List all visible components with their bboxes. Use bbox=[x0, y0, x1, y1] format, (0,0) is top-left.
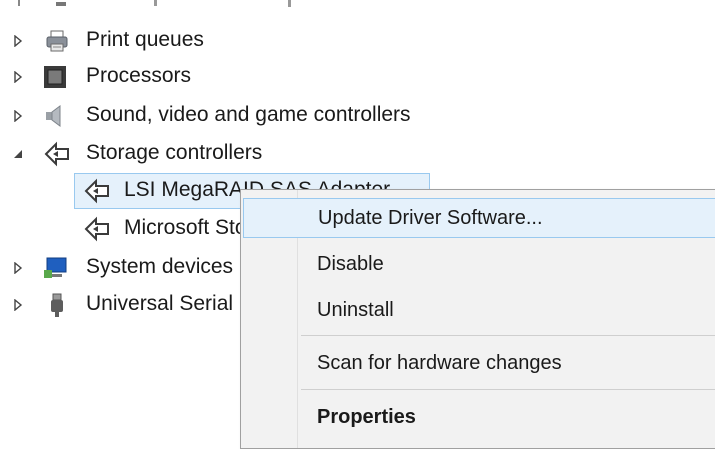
menu-item-label: Disable bbox=[317, 252, 384, 275]
context-menu: Update Driver Software... Disable Uninst… bbox=[240, 189, 715, 449]
menu-item-label: Uninstall bbox=[317, 298, 394, 321]
speaker-icon bbox=[42, 103, 68, 129]
tree-item-processors[interactable]: Processors bbox=[0, 59, 715, 95]
menu-item-properties[interactable]: Properties bbox=[243, 397, 715, 437]
menu-item-uninstall[interactable]: Uninstall bbox=[243, 290, 715, 330]
storage-controller-icon bbox=[84, 178, 110, 204]
tree-item-sound-video-game[interactable]: Sound, video and game controllers bbox=[0, 98, 715, 134]
menu-item-label: Update Driver Software... bbox=[318, 206, 543, 229]
tree-item-label: Processors bbox=[86, 64, 192, 87]
printer-icon bbox=[44, 28, 70, 54]
menu-item-update-driver[interactable]: Update Driver Software... bbox=[243, 198, 715, 238]
expand-arrow-icon[interactable] bbox=[11, 298, 25, 312]
expand-arrow-icon[interactable] bbox=[11, 70, 25, 84]
menu-item-scan-hardware[interactable]: Scan for hardware changes bbox=[243, 343, 715, 383]
tree-item-label: Print queues bbox=[86, 28, 204, 51]
menu-item-label: Properties bbox=[317, 405, 416, 428]
collapse-arrow-icon[interactable] bbox=[11, 147, 25, 161]
system-device-icon bbox=[42, 255, 68, 281]
tree-item-label: Sound, video and game controllers bbox=[86, 103, 411, 126]
usb-icon bbox=[44, 292, 70, 318]
menu-item-disable[interactable]: Disable bbox=[243, 244, 715, 284]
expand-arrow-icon[interactable] bbox=[11, 34, 25, 48]
processor-icon bbox=[42, 64, 68, 90]
menu-separator bbox=[301, 335, 715, 336]
expand-arrow-icon[interactable] bbox=[11, 261, 25, 275]
tree-item-print-queues[interactable]: Print queues bbox=[0, 23, 715, 59]
menu-separator bbox=[301, 389, 715, 390]
tree-item-storage-controllers[interactable]: Storage controllers bbox=[0, 136, 715, 172]
storage-controller-icon bbox=[84, 216, 110, 242]
tree-item-label: System devices bbox=[86, 255, 234, 278]
storage-controller-icon bbox=[44, 141, 70, 167]
partially-visible-row bbox=[18, 0, 291, 7]
tree-item-label: Storage controllers bbox=[86, 141, 263, 164]
expand-arrow-icon[interactable] bbox=[11, 109, 25, 123]
menu-item-label: Scan for hardware changes bbox=[317, 351, 562, 374]
